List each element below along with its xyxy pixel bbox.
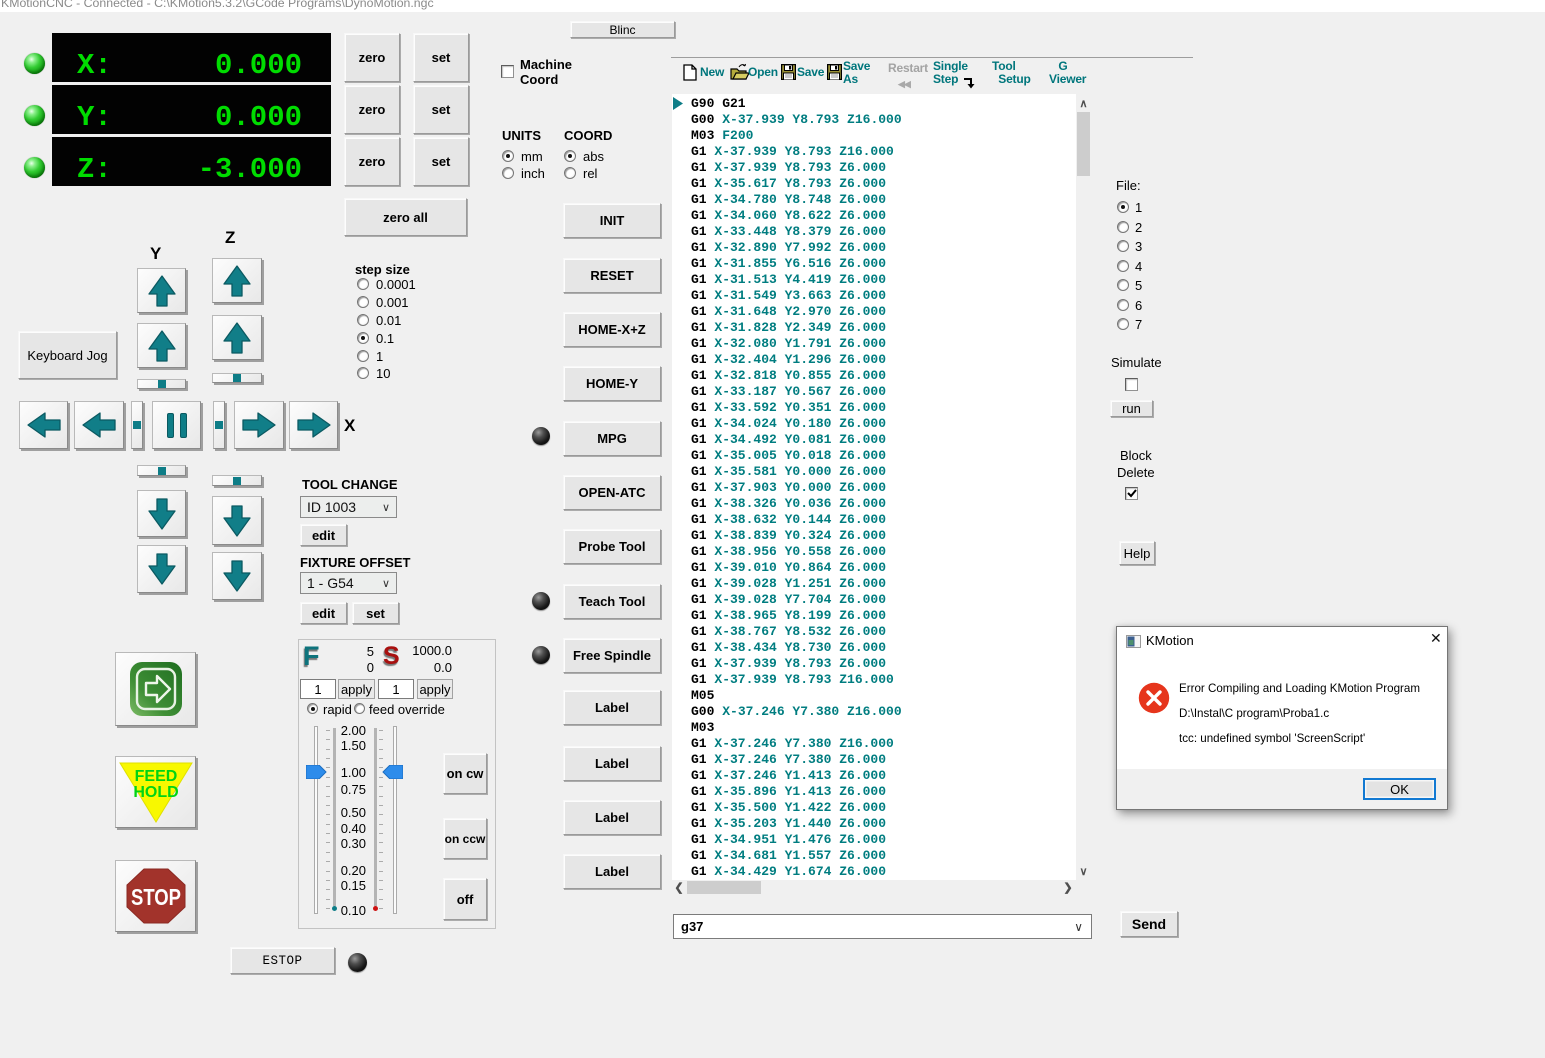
svg-text:STOP: STOP <box>131 884 181 910</box>
svg-text:FEED: FEED <box>134 768 177 785</box>
svg-text:HOLD: HOLD <box>133 784 178 801</box>
